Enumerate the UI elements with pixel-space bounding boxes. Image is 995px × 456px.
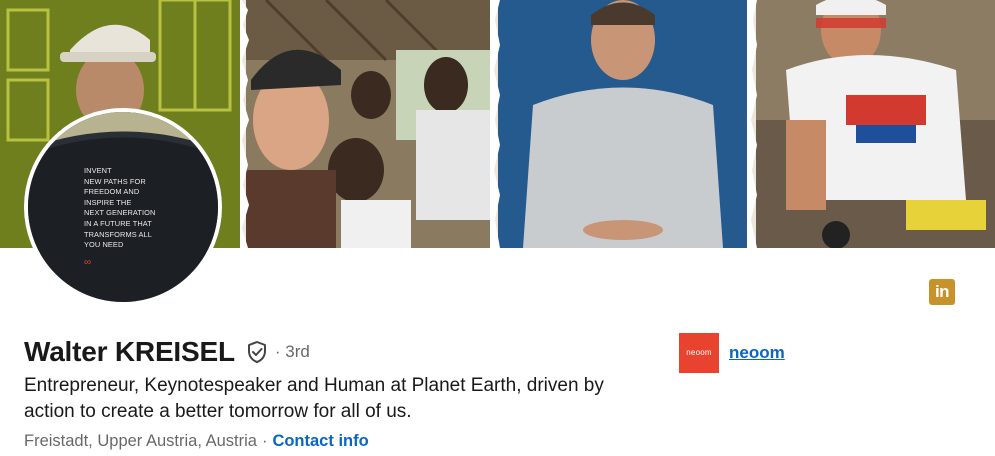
profile-name: Walter KREISEL [24,336,235,367]
name-row: Walter KREISEL · 3rd [24,336,310,368]
shirt-line: YOU NEED [84,240,124,250]
shirt-line: INSPIRE THE [84,197,132,207]
location-row: Freistadt, Upper Austria, Austria · Cont… [24,432,369,451]
shirt-line: NEW PATHS FOR [84,176,146,186]
shirt-line: FREEDOM AND [84,187,140,197]
current-company[interactable]: neoom neoom [679,333,785,373]
banner-photo-cyclist [756,0,995,248]
separator-dot: · [261,432,268,450]
company-name-link[interactable]: neoom [729,343,785,363]
connection-degree: · 3rd [274,342,310,361]
shirt-line: INVENT [84,166,112,175]
linkedin-icon[interactable]: in [929,279,955,305]
profile-avatar[interactable]: INVENT NEW PATHS FOR FREEDOM AND INSPIRE… [24,108,222,306]
profile-location: Freistadt, Upper Austria, Austria [24,432,257,450]
shirt-logo: ∞ [84,257,92,268]
company-logo[interactable]: neoom [679,333,719,373]
shirt-line: IN A FUTURE THAT [84,218,152,228]
shirt-line: TRANSFORMS ALL [84,229,152,239]
shield-check-icon[interactable] [245,340,269,364]
profile-headline: Entrepreneur, Keynotespeaker and Human a… [24,375,604,422]
banner-photo-group [246,0,490,248]
shirt-slogan: INVENT NEW PATHS FOR FREEDOM AND INSPIRE… [84,166,194,251]
shirt-line: NEXT GENERATION [84,208,156,218]
contact-info-link[interactable]: Contact info [272,432,368,451]
banner-photo-speaker [498,0,748,248]
